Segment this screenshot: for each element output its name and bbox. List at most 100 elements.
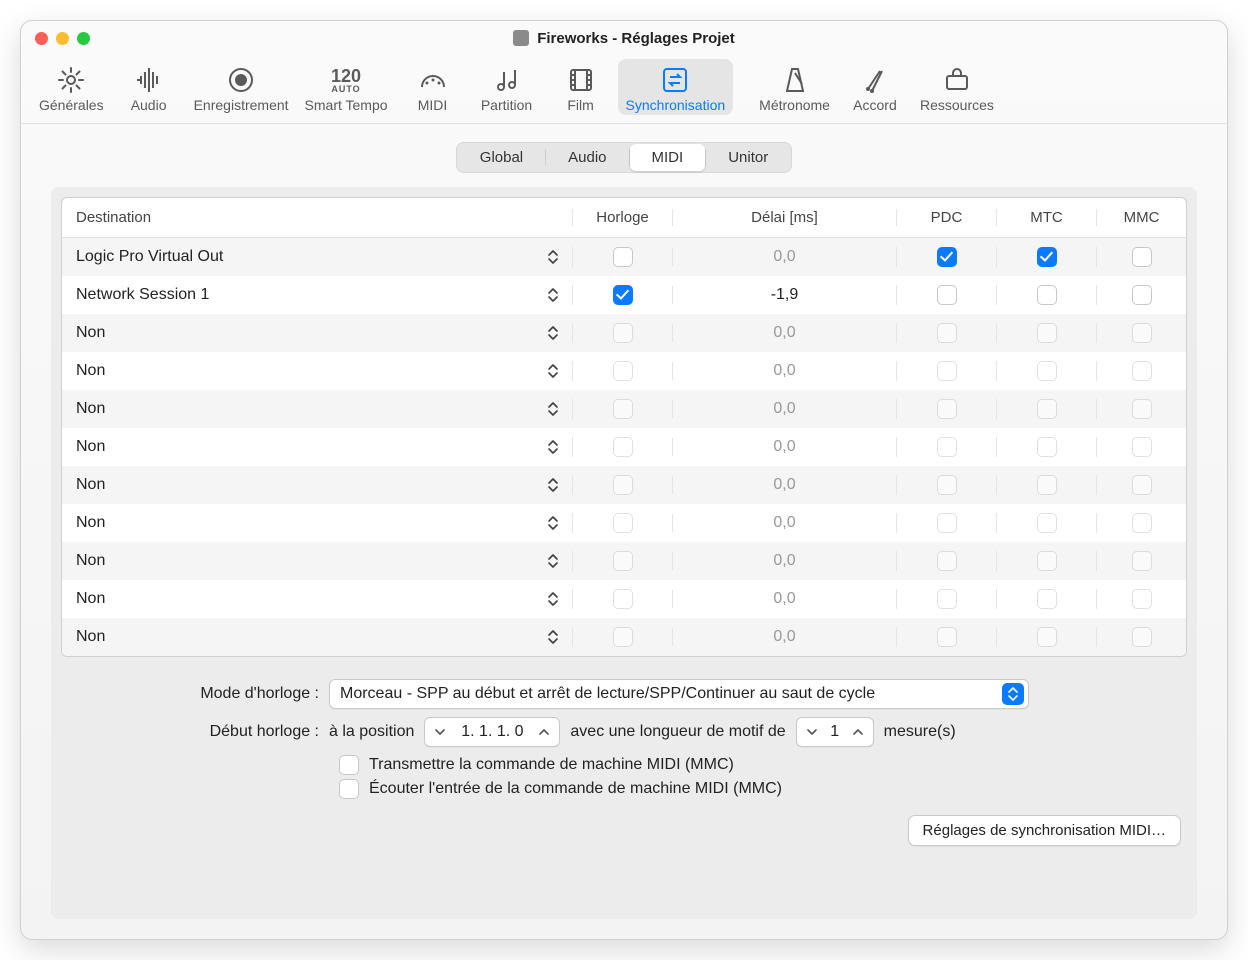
destination-cell[interactable]: Non (62, 511, 572, 535)
pattern-length-stepper[interactable]: 1 (796, 717, 874, 747)
mmc-checkbox[interactable] (1132, 285, 1152, 305)
destination-cell[interactable]: Non (62, 321, 572, 345)
mmc-checkbox[interactable] (1132, 475, 1152, 495)
toolbar-midi[interactable]: MIDI (396, 59, 470, 115)
delai-cell[interactable]: -1,9 (672, 286, 896, 304)
mtc-checkbox[interactable] (1037, 285, 1057, 305)
pdc-checkbox[interactable] (937, 285, 957, 305)
mmc-checkbox[interactable] (1132, 589, 1152, 609)
destination-cell[interactable]: Non (62, 625, 572, 649)
pdc-checkbox[interactable] (937, 627, 957, 647)
destination-cell[interactable]: Non (62, 473, 572, 497)
pdc-checkbox[interactable] (937, 361, 957, 381)
clock-start-position-stepper[interactable]: 1. 1. 1. 0 (424, 717, 560, 747)
mmc-checkbox[interactable] (1132, 361, 1152, 381)
chevron-down-icon[interactable] (803, 720, 821, 744)
toolbar-smarttempo[interactable]: 120AUTOSmart Tempo (297, 59, 396, 115)
destination-stepper-icon[interactable] (544, 511, 562, 535)
destination-cell[interactable]: Network Session 1 (62, 283, 572, 307)
mmc-checkbox[interactable] (1132, 551, 1152, 571)
destination-cell[interactable]: Non (62, 435, 572, 459)
mtc-checkbox[interactable] (1037, 323, 1057, 343)
mtc-checkbox[interactable] (1037, 627, 1057, 647)
toolbar-generales[interactable]: Générales (31, 59, 112, 115)
delai-cell[interactable]: 0,0 (672, 248, 896, 266)
pdc-checkbox[interactable] (937, 513, 957, 533)
destination-stepper-icon[interactable] (544, 397, 562, 421)
delai-cell[interactable]: 0,0 (672, 476, 896, 494)
mmc-listen-checkbox[interactable] (339, 779, 359, 799)
pdc-checkbox[interactable] (937, 247, 957, 267)
mtc-checkbox[interactable] (1037, 513, 1057, 533)
pdc-checkbox[interactable] (937, 475, 957, 495)
horloge-checkbox[interactable] (613, 437, 633, 457)
zoom-window-button[interactable] (77, 32, 90, 45)
mtc-checkbox[interactable] (1037, 361, 1057, 381)
toolbar-audio[interactable]: Audio (112, 59, 186, 115)
delai-cell[interactable]: 0,0 (672, 590, 896, 608)
horloge-checkbox[interactable] (613, 475, 633, 495)
horloge-checkbox[interactable] (613, 589, 633, 609)
toolbar-ressources[interactable]: Ressources (912, 59, 1002, 115)
mtc-checkbox[interactable] (1037, 437, 1057, 457)
horloge-checkbox[interactable] (613, 247, 633, 267)
destination-cell[interactable]: Non (62, 359, 572, 383)
horloge-checkbox[interactable] (613, 323, 633, 343)
mmc-checkbox[interactable] (1132, 399, 1152, 419)
toolbar-metronome[interactable]: Métronome (751, 59, 838, 115)
mmc-checkbox[interactable] (1132, 513, 1152, 533)
horloge-checkbox[interactable] (613, 513, 633, 533)
chevron-up-icon[interactable] (535, 720, 553, 744)
horloge-checkbox[interactable] (613, 551, 633, 571)
close-window-button[interactable] (35, 32, 48, 45)
tab-midi[interactable]: MIDI (630, 144, 706, 171)
mmc-checkbox[interactable] (1132, 323, 1152, 343)
horloge-checkbox[interactable] (613, 285, 633, 305)
destination-cell[interactable]: Non (62, 587, 572, 611)
toolbar-partition[interactable]: Partition (470, 59, 544, 115)
toolbar-sync[interactable]: Synchronisation (618, 59, 734, 115)
destination-cell[interactable]: Non (62, 549, 572, 573)
mmc-checkbox[interactable] (1132, 437, 1152, 457)
mtc-checkbox[interactable] (1037, 475, 1057, 495)
destination-stepper-icon[interactable] (544, 587, 562, 611)
pdc-checkbox[interactable] (937, 399, 957, 419)
toolbar-enreg[interactable]: Enregistrement (186, 59, 297, 115)
delai-cell[interactable]: 0,0 (672, 552, 896, 570)
horloge-checkbox[interactable] (613, 399, 633, 419)
mmc-checkbox[interactable] (1132, 627, 1152, 647)
destination-cell[interactable]: Non (62, 397, 572, 421)
toolbar-film[interactable]: Film (544, 59, 618, 115)
delai-cell[interactable]: 0,0 (672, 628, 896, 646)
clock-mode-select[interactable]: Morceau - SPP au début et arrêt de lectu… (329, 679, 1029, 709)
mmc-checkbox[interactable] (1132, 247, 1152, 267)
delai-cell[interactable]: 0,0 (672, 514, 896, 532)
destination-stepper-icon[interactable] (544, 625, 562, 649)
pdc-checkbox[interactable] (937, 589, 957, 609)
midi-sync-settings-button[interactable]: Réglages de synchronisation MIDI… (908, 815, 1181, 846)
tab-audio[interactable]: Audio (546, 144, 628, 171)
delai-cell[interactable]: 0,0 (672, 400, 896, 418)
pdc-checkbox[interactable] (937, 551, 957, 571)
pdc-checkbox[interactable] (937, 437, 957, 457)
horloge-checkbox[interactable] (613, 627, 633, 647)
destination-stepper-icon[interactable] (544, 245, 562, 269)
mtc-checkbox[interactable] (1037, 399, 1057, 419)
destination-stepper-icon[interactable] (544, 321, 562, 345)
destination-stepper-icon[interactable] (544, 473, 562, 497)
chevron-up-icon[interactable] (849, 720, 867, 744)
horloge-checkbox[interactable] (613, 361, 633, 381)
mmc-transmit-checkbox[interactable] (339, 755, 359, 775)
destination-cell[interactable]: Logic Pro Virtual Out (62, 245, 572, 269)
destination-stepper-icon[interactable] (544, 283, 562, 307)
destination-stepper-icon[interactable] (544, 359, 562, 383)
delai-cell[interactable]: 0,0 (672, 324, 896, 342)
destination-stepper-icon[interactable] (544, 549, 562, 573)
mtc-checkbox[interactable] (1037, 247, 1057, 267)
delai-cell[interactable]: 0,0 (672, 438, 896, 456)
delai-cell[interactable]: 0,0 (672, 362, 896, 380)
minimize-window-button[interactable] (56, 32, 69, 45)
tab-global[interactable]: Global (458, 144, 545, 171)
toolbar-accord[interactable]: Accord (838, 59, 912, 115)
tab-unitor[interactable]: Unitor (706, 144, 790, 171)
